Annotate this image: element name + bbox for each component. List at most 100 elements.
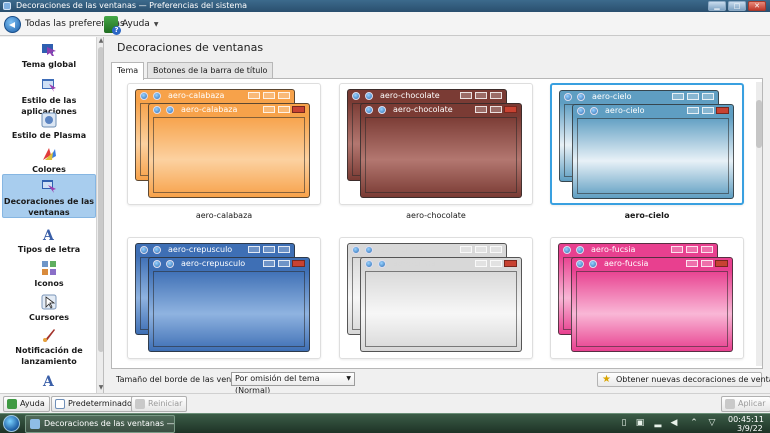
close-icon xyxy=(701,246,713,253)
sidebar-item-plasma-style[interactable]: Estilo de Plasma xyxy=(2,112,96,141)
minimize-button[interactable]: ▁ xyxy=(708,1,726,11)
window-menu-icon xyxy=(365,106,373,114)
maximize-icon xyxy=(278,106,290,113)
close-icon xyxy=(504,260,517,267)
display-icon[interactable]: ▣ xyxy=(634,418,646,429)
checkmark-icon xyxy=(725,399,735,409)
window-menu-icon xyxy=(577,107,585,115)
sidebar-item-icons[interactable]: Iconos xyxy=(2,260,96,289)
scroll-down-icon[interactable]: ▼ xyxy=(98,385,103,391)
theme-card[interactable]: aero-calabaza aero-calabaza xyxy=(127,83,321,205)
window-title: Decoraciones de las ventanas — Preferenc… xyxy=(16,1,248,10)
minimize-icon xyxy=(263,260,275,267)
app-icon xyxy=(3,2,11,10)
sidebar-scroll-thumb[interactable] xyxy=(98,47,103,352)
theme-card[interactable]: aero-chocolate aero-chocolate xyxy=(339,83,533,205)
window-menu-icon xyxy=(365,246,373,254)
sidebar-item-app-style[interactable]: Estilo de las aplicaciones xyxy=(2,77,96,117)
clock-date[interactable]: 3/9/22 xyxy=(737,424,763,433)
minimize-icon xyxy=(687,107,699,114)
app-icon xyxy=(30,419,40,429)
cursors-icon xyxy=(41,294,57,310)
sidebar-item-fonts[interactable]: A Tipos de letra xyxy=(2,226,96,255)
border-size-value: Por omisión del tema (Normal) xyxy=(235,374,320,395)
window-menu-icon xyxy=(352,246,360,254)
get-new-decorations-button[interactable]: ★ Obtener nuevas decoraciones de ventana… xyxy=(597,372,770,387)
clipboard-icon[interactable]: ▯ xyxy=(618,418,630,429)
theme-card[interactable]: aero-cielo aero-cielo xyxy=(550,83,744,205)
theme-preview-window: aero-crepusculo xyxy=(148,257,310,352)
theme-name-label: aero-chocolate xyxy=(406,211,466,220)
fonts-icon: A xyxy=(42,228,55,242)
help-button[interactable]: Ayuda xyxy=(3,396,50,412)
window-menu-icon xyxy=(577,93,585,101)
sidebar-item-global-theme[interactable]: Tema global xyxy=(2,41,96,70)
reset-button[interactable]: Reiniciar xyxy=(131,396,188,412)
launch-feedback-icon xyxy=(43,329,55,342)
close-icon xyxy=(716,107,729,114)
window-menu-icon xyxy=(563,246,571,254)
sidebar-item-label: Notificación de lanzamiento xyxy=(15,346,83,366)
theme-preview-title: aero-cristal xyxy=(393,259,439,268)
tab-theme[interactable]: Tema xyxy=(111,62,145,80)
maximize-icon xyxy=(490,106,502,113)
minimize-icon xyxy=(475,260,487,267)
window-decorations-icon xyxy=(42,180,56,193)
main-panel: Decoraciones de ventanas Tema Botones de… xyxy=(106,37,770,395)
window-menu-icon xyxy=(378,260,386,268)
theme-card[interactable]: aero-fucsia aero-fucsia xyxy=(550,237,744,359)
minimize-icon xyxy=(671,246,683,253)
window-menu-icon xyxy=(140,246,148,254)
theme-preview-window: aero-calabaza xyxy=(148,103,310,198)
maximize-icon xyxy=(687,93,699,100)
help-menu-button[interactable]: Ayuda ▼ xyxy=(104,14,159,35)
maximize-button[interactable]: □ xyxy=(728,1,746,11)
get-new-decorations-label: Obtener nuevas decoraciones de ventanas.… xyxy=(616,375,770,384)
window-menu-icon xyxy=(153,246,161,254)
clock-time[interactable]: 00:45:11 xyxy=(728,415,764,424)
minimize-icon xyxy=(263,106,275,113)
network-icon[interactable]: ▂ xyxy=(652,418,664,429)
close-button[interactable]: ✕ xyxy=(748,1,766,11)
chevron-down-icon: ▼ xyxy=(153,20,159,28)
theme-preview-window: aero-cielo xyxy=(572,104,734,199)
sidebar: Tema global Estilo de las aplicaciones E… xyxy=(0,37,104,393)
sidebar-item-colors[interactable]: Colores xyxy=(2,146,96,175)
taskbar-item[interactable]: Decoraciones de las ventanas — Pref... xyxy=(25,415,175,433)
sidebar-item-label: Tema global xyxy=(21,60,77,69)
theme-preview-title: aero-chocolate xyxy=(380,91,440,100)
theme-card[interactable]: aero-cristal aero-cristal xyxy=(339,237,533,359)
sidebar-item-launch-feedback[interactable]: Notificación de lanzamiento xyxy=(2,327,96,367)
theme-card[interactable]: aero-crepusculo aero-crepusculo xyxy=(127,237,321,359)
minimize-icon xyxy=(248,246,260,253)
help-book-icon xyxy=(104,15,121,35)
border-size-select[interactable]: Por omisión del tema (Normal) ▼ xyxy=(231,372,355,395)
sidebar-item-label: Decoraciones de las ventanas xyxy=(3,197,95,217)
window-menu-icon xyxy=(576,260,584,268)
theme-preview-content xyxy=(153,271,305,347)
sidebar-item-window-decorations[interactable]: Decoraciones de las ventanas xyxy=(2,174,96,218)
window-menu-icon xyxy=(589,260,597,268)
chevron-up-icon[interactable]: ⌃ xyxy=(688,418,700,429)
sidebar-item-cursors[interactable]: Cursores xyxy=(2,294,96,323)
start-menu-button[interactable] xyxy=(3,415,20,432)
notifications-icon[interactable]: ▽ xyxy=(706,418,718,429)
help-menu-label: Ayuda xyxy=(122,19,150,29)
volume-icon[interactable]: ◀ xyxy=(668,418,680,429)
theme-grid-scrollbar[interactable] xyxy=(756,82,762,366)
tab-titlebar-buttons[interactable]: Botones de la barra de título xyxy=(147,62,274,79)
window-menu-icon xyxy=(166,106,174,114)
defaults-button[interactable]: Predeterminados xyxy=(51,396,142,412)
help-icon xyxy=(7,399,17,409)
window-menu-icon xyxy=(576,246,584,254)
sidebar-item-more[interactable]: A xyxy=(2,372,96,390)
chevron-down-icon: ▼ xyxy=(346,375,351,382)
theme-grid-scroll-thumb[interactable] xyxy=(756,100,762,148)
maximize-icon xyxy=(278,260,290,267)
star-icon: ★ xyxy=(602,374,611,385)
sidebar-scrollbar[interactable]: ▲ ▼ xyxy=(96,37,103,393)
taskbar-item-label: Decoraciones de las ventanas — Pref... xyxy=(44,419,175,428)
apply-button[interactable]: Aplicar xyxy=(721,396,770,412)
maximize-icon xyxy=(686,246,698,253)
scroll-up-icon[interactable]: ▲ xyxy=(98,38,103,44)
